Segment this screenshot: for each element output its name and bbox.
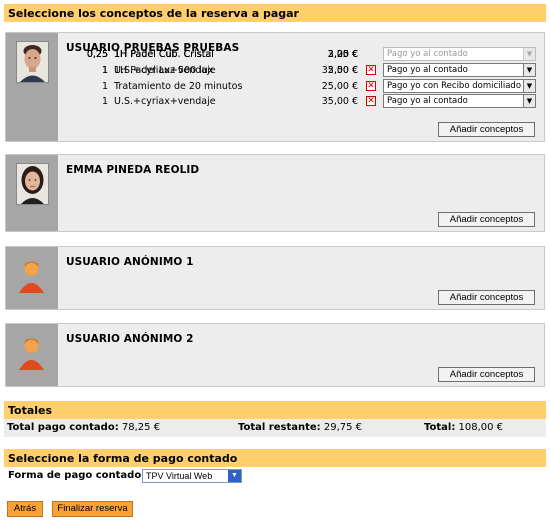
payment-option-value: Pago yo con Recibo domiciliado (387, 81, 522, 91)
payment-method-value: TPV Virtual Web (146, 471, 213, 481)
concept-description: U.S.+cyriax+vendaje (114, 96, 216, 107)
back-button[interactable]: Atrás (7, 501, 43, 517)
chevron-down-icon: ▼ (523, 64, 535, 76)
payment-option-select[interactable]: Pago yo al contado ▼ (383, 94, 536, 108)
user-name: USUARIO ANÓNIMO 1 (66, 256, 194, 268)
user-name: EMMA PINEDA REOLID (66, 164, 200, 176)
concepts-section-header: Seleccione los conceptos de la reserva a… (4, 4, 546, 22)
payment-option-value: Pago yo al contado (387, 65, 468, 75)
payment-form-label: Forma de pago contado: (8, 470, 146, 481)
total-amount: Total: 108,00 € (424, 422, 504, 433)
payment-section-header: Seleccione la forma de pago contado (4, 449, 546, 467)
concept-quantity: 0,25 (86, 49, 108, 60)
user-block: USUARIO ANÓNIMO 1 0,25 1H Padel Cub. Crist… (5, 47, 545, 310)
payment-option-select[interactable]: Pago yo al contado ▼ (383, 63, 536, 77)
concept-quantity: 1 (101, 81, 108, 92)
concept-line: 1 U.S.+cyriax+vendaje 35,00 € ✕ Pago yo al c… (6, 94, 546, 110)
concept-price: 35,00 € (321, 65, 358, 76)
payment-option-select[interactable]: Pago yo con Recibo domiciliado▼ (383, 79, 536, 93)
delete-icon[interactable]: ✕ (366, 81, 376, 91)
concept-description: Tratamiento de 20 minutos (114, 81, 243, 92)
user-block: EMMA PINEDA REOLID 0,25 1H Padel Cub. Cris… (5, 47, 545, 232)
add-concepts-button[interactable]: Añadir conceptos (438, 122, 535, 137)
chevron-down-icon: ▼ (523, 80, 535, 92)
payment-option-select: Pago yo al contado ▼ (383, 47, 536, 61)
photo-column (6, 247, 58, 309)
delete-icon[interactable]: ✕ (366, 96, 376, 106)
user-block: USUARIO ANÓNIMO 2 0,25 1H Padel Cub. Crist… (5, 47, 545, 387)
concept-quantity: 1 (101, 96, 108, 107)
totals-row: Total pago contado: 78,25 € Total restan… (4, 419, 546, 437)
chevron-down-icon: ▼ (228, 470, 241, 482)
payment-option-value: Pago yo al contado (387, 49, 468, 59)
payment-method-select[interactable]: TPV Virtual Web ▼ (142, 469, 242, 483)
concept-line: 1 Tratamiento de 20 minutos 25,00 € ✕ Pago y… (6, 79, 546, 95)
concept-price: 3,00 € (327, 49, 358, 60)
concept-price: 25,00 € (321, 81, 358, 92)
concept-quantity: 1 (101, 65, 108, 76)
concept-line: 1 U.S.+cyriax+vendaje 35,00 € ✕ Pago yo al c… (6, 63, 546, 79)
total-paid: Total pago contado: 78,25 € (7, 422, 161, 433)
anonymous-user-icon (16, 255, 49, 297)
concept-price: 35,00 € (321, 96, 358, 107)
anonymous-user-icon (16, 332, 49, 374)
totals-header: Totales (4, 401, 546, 419)
add-concepts-button[interactable]: Añadir conceptos (438, 367, 535, 382)
chevron-down-icon: ▼ (523, 48, 535, 60)
chevron-down-icon: ▼ (523, 95, 535, 107)
concept-line: 0,25 1H Padel Cub. Cristal 3,00 € Pago yo a… (6, 47, 546, 63)
delete-icon[interactable]: ✕ (366, 65, 376, 75)
add-concepts-button[interactable]: Añadir conceptos (438, 212, 535, 227)
total-remaining: Total restante: 29,75 € (238, 422, 363, 433)
add-concepts-button[interactable]: Añadir conceptos (438, 290, 535, 305)
photo-column (6, 155, 58, 231)
concept-description: 1H Padel Cub. Cristal (114, 49, 214, 60)
photo-column (6, 324, 58, 386)
female-photo-icon (16, 163, 49, 205)
payment-option-value: Pago yo al contado (387, 96, 468, 106)
finish-reservation-button[interactable]: Finalizar reserva (52, 501, 133, 517)
user-name: USUARIO ANÓNIMO 2 (66, 333, 194, 345)
concept-description: U.S.+cyriax+vendaje (114, 65, 216, 76)
